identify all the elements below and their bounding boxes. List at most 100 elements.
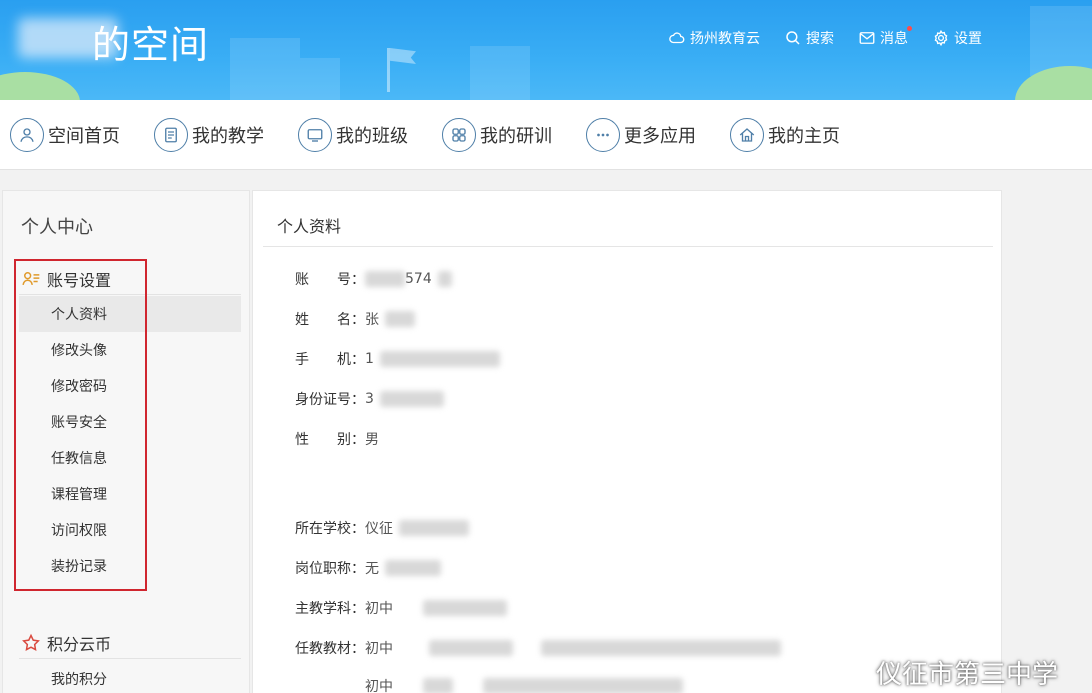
sidebar-item-decoration-records[interactable]: 装扮记录 (19, 548, 241, 584)
field-label: 岗位职称： (295, 561, 365, 577)
blurred-value (541, 640, 781, 656)
main-nav-teaching[interactable]: 我的教学 (154, 117, 264, 152)
grid-icon (442, 117, 476, 152)
sidebar-item-change-avatar[interactable]: 修改头像 (19, 332, 241, 368)
main-nav: 空间首页 我的教学 我的班级 我的研训 更多应用 我的主页 (0, 100, 1092, 170)
top-nav-search[interactable]: 搜索 (784, 28, 834, 48)
sidebar-item-my-points[interactable]: 我的积分 (19, 661, 241, 693)
book-icon (154, 117, 188, 152)
group-label: 账号设置 (47, 271, 112, 290)
field-value: 3 (365, 391, 374, 407)
field-label: 姓 名： (295, 312, 365, 328)
building-decoration (470, 46, 530, 100)
main-nav-more-apps[interactable]: 更多应用 (586, 117, 696, 152)
field-value: 1 (365, 351, 374, 367)
monitor-icon (298, 117, 332, 152)
field-gender: 性 别： 男 (295, 428, 379, 450)
blurred-value (423, 600, 507, 616)
gear-icon (934, 29, 948, 47)
field-value: 张 (365, 312, 379, 328)
hill-decoration (0, 72, 80, 100)
top-nav-cloud[interactable]: 扬州教育云 (668, 28, 760, 48)
field-position: 岗位职称： 无 (295, 557, 441, 579)
field-textbook: 任教教材： 初中 (295, 637, 781, 659)
hill-decoration (1015, 66, 1092, 100)
user-icon (10, 117, 44, 152)
field-value: 仪征 (365, 521, 393, 537)
sidebar-title: 个人中心 (21, 217, 93, 238)
sidebar: 个人中心 账号设置 个人资料 修改头像 修改密码 账号安全 任教信息 课程管理 … (2, 190, 250, 693)
main-nav-label: 我的班级 (336, 125, 408, 147)
cloud-icon (669, 32, 685, 44)
field-name: 姓 名： 张 (295, 308, 415, 330)
top-nav-settings[interactable]: 设置 (932, 28, 982, 48)
top-nav-label: 消息 (880, 31, 908, 47)
divider (263, 246, 993, 247)
main-nav-label: 我的主页 (768, 125, 840, 147)
field-label: 任教教材： (295, 641, 365, 657)
building-decoration (230, 38, 300, 100)
header: 的空间 扬州教育云 搜索 消息 设置 (0, 0, 1092, 100)
ellipsis-icon (586, 117, 620, 152)
field-label: 主教学科： (295, 601, 365, 617)
blurred-value (379, 351, 500, 367)
top-nav-label: 搜索 (806, 31, 834, 47)
home-icon (730, 117, 764, 152)
main-nav-label: 空间首页 (48, 125, 120, 147)
unread-badge (907, 26, 912, 31)
sidebar-item-course-management[interactable]: 课程管理 (19, 476, 241, 512)
blurred-value (385, 560, 441, 576)
main-nav-homepage[interactable]: 我的主页 (730, 117, 840, 152)
star-icon (22, 633, 40, 651)
group-label: 积分云币 (47, 635, 112, 654)
field-account: 账 号： 574 (295, 268, 452, 290)
panel-title: 个人资料 (277, 217, 342, 236)
sidebar-item-access-permissions[interactable]: 访问权限 (19, 512, 241, 548)
main-nav-research[interactable]: 我的研训 (442, 117, 552, 152)
flag-pole-decoration (387, 48, 390, 92)
field-label: 身份证号： (295, 392, 365, 408)
field-main-subject: 主教学科： 初中 (295, 597, 507, 619)
field-label: 所在学校： (295, 521, 365, 537)
wechat-icon (834, 660, 868, 684)
blurred-value (423, 678, 453, 693)
top-nav: 扬州教育云 搜索 消息 设置 (668, 26, 982, 48)
account-settings-group[interactable]: 账号设置 (21, 267, 111, 291)
main-nav-class[interactable]: 我的班级 (298, 117, 408, 152)
sidebar-item-account-security[interactable]: 账号安全 (19, 404, 241, 440)
top-nav-messages[interactable]: 消息 (858, 26, 912, 48)
field-value: 男 (365, 432, 379, 448)
main-nav-space-home[interactable]: 空间首页 (10, 117, 120, 152)
search-icon (786, 31, 800, 45)
field-label: 手 机： (295, 352, 365, 368)
field-textbook-extra: 初中 (295, 675, 683, 693)
field-id-number: 身份证号： 3 (295, 388, 444, 410)
field-mobile: 手 机： 1 (295, 348, 500, 370)
field-label: 性 别： (295, 432, 365, 448)
main-nav-label: 我的教学 (192, 125, 264, 147)
flag-decoration (390, 48, 416, 64)
points-group[interactable]: 积分云币 (21, 631, 111, 655)
blurred-value (429, 640, 513, 656)
blurred-value (437, 271, 452, 287)
watermark-text: 仪征市第三中学 (875, 660, 1058, 690)
building-decoration (300, 58, 340, 100)
top-nav-label: 设置 (954, 31, 982, 47)
blurred-value (385, 311, 415, 327)
divider (19, 658, 241, 659)
sidebar-item-teaching-info[interactable]: 任教信息 (19, 440, 241, 476)
blurred-value (365, 271, 405, 287)
sidebar-item-change-password[interactable]: 修改密码 (19, 368, 241, 404)
main-nav-label: 我的研训 (480, 125, 552, 147)
field-value: 初中 (365, 641, 393, 657)
field-value: 574 (405, 271, 432, 287)
user-card-icon (22, 272, 40, 285)
field-school: 所在学校： 仪征 (295, 517, 469, 539)
blurred-value (399, 520, 469, 536)
space-title: 的空间 (92, 23, 210, 67)
sidebar-item-profile[interactable]: 个人资料 (19, 296, 241, 332)
field-label: 账 号： (295, 272, 365, 288)
top-nav-label: 扬州教育云 (690, 31, 760, 47)
profile-panel: 个人资料 账 号： 574 姓 名： 张 手 机： 1 身份证号： 3 性 别：… (252, 190, 1002, 693)
blurred-value (379, 391, 444, 407)
